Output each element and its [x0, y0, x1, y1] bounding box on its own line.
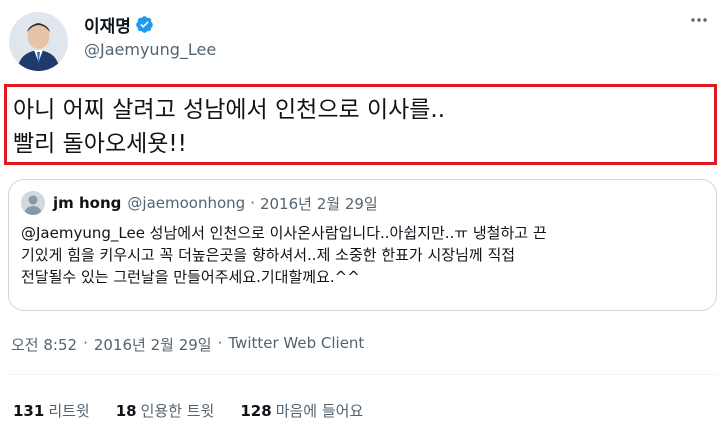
author-handle[interactable]: @Jaemyung_Lee	[84, 40, 216, 59]
author-name-row[interactable]: 이재명	[84, 12, 154, 37]
quotes-count: 18	[115, 402, 137, 420]
tweet-stats: 131 리트윗 18 인용한 트윗 128 마음에 들어요	[13, 400, 389, 421]
quoted-tweet[interactable]: jm hong @jaemoonhong · 2016년 2월 29일 @Jae…	[8, 179, 717, 311]
quoted-separator: ·	[250, 194, 255, 212]
tweet-text: 아니 어찌 살려고 성남에서 인천으로 이사를.. 빨리 돌아오세욧!!	[4, 84, 717, 165]
meta-separator: ·	[217, 334, 223, 352]
quotes-stat[interactable]: 18 인용한 트윗	[116, 400, 215, 421]
meta-separator: ·	[83, 334, 88, 352]
quoted-text-line: @Jaemyung_Lee 성남에서 인천으로 이사온사람입니다..아쉽지만..…	[21, 224, 547, 242]
tweet-text-line: 아니 어찌 살려고 성남에서 인천으로 이사를..	[13, 97, 446, 123]
quoted-date[interactable]: 2016년 2월 29일	[260, 193, 378, 214]
likes-stat[interactable]: 128 마음에 들어요	[240, 400, 363, 421]
quoted-tweet-header: jm hong @jaemoonhong · 2016년 2월 29일	[21, 190, 704, 216]
tweet-text-line: 빨리 돌아오세욧!!	[13, 131, 187, 157]
quoted-author-handle[interactable]: @jaemoonhong	[127, 194, 245, 212]
quoted-text-line: 기있게 힘을 키우시고 꼭 더높은곳을 향하셔서..제 소중한 한표가 시장님께…	[21, 246, 516, 264]
divider	[8, 374, 717, 375]
verified-badge-icon	[135, 15, 154, 34]
tweet-client[interactable]: Twitter Web Client	[228, 334, 364, 355]
quotes-label: 인용한 트윗	[140, 402, 215, 420]
quoted-tweet-text: @Jaemyung_Lee 성남에서 인천으로 이사온사람입니다..아쉽지만..…	[21, 222, 704, 288]
retweets-count: 131	[13, 402, 45, 420]
tweet-meta: 오전 8:52 · 2016년 2월 29일 · Twitter Web Cli…	[11, 334, 364, 355]
author-avatar[interactable]	[9, 12, 68, 71]
quoted-author-name[interactable]: jm hong	[53, 194, 121, 212]
more-options-icon[interactable]	[689, 10, 709, 35]
retweets-stat[interactable]: 131 리트윗	[13, 400, 90, 421]
tweet-date[interactable]: 2016년 2월 29일	[94, 334, 212, 355]
likes-label: 마음에 들어요	[275, 402, 364, 420]
likes-count: 128	[240, 402, 272, 420]
retweets-label: 리트윗	[48, 402, 90, 420]
quoted-avatar-default-icon[interactable]	[21, 191, 45, 215]
author-display-name[interactable]: 이재명	[84, 12, 131, 37]
quoted-text-line: 전달될수 있는 그런날을 만들어주세요.기대할께요.^^	[21, 268, 360, 286]
tweet-time[interactable]: 오전 8:52	[11, 334, 77, 355]
